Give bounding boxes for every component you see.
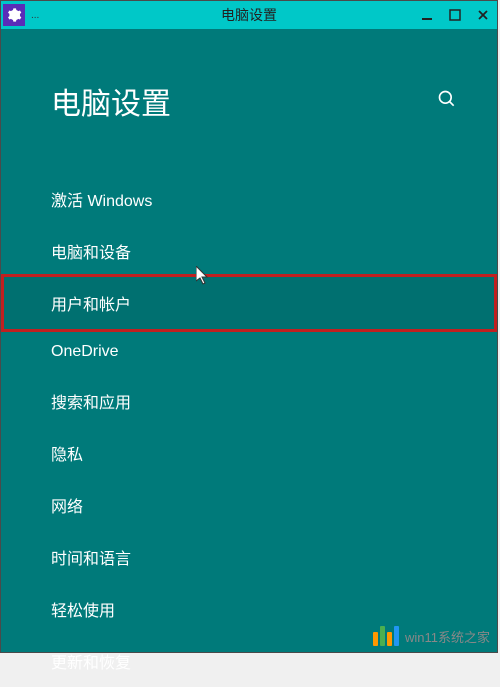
minimize-button[interactable] xyxy=(417,5,437,25)
settings-window: ... 电脑设置 电脑设置 激活 Windows 电脑和设备 用户和帐户 xyxy=(0,0,498,653)
watermark: win11系统之家 xyxy=(373,626,490,646)
watermark-logo-icon xyxy=(373,626,399,646)
titlebar-dots: ... xyxy=(31,10,39,21)
header-row: 电脑设置 xyxy=(1,79,497,123)
menu-item-time-language[interactable]: 时间和语言 xyxy=(1,531,497,583)
menu-item-users-accounts[interactable]: 用户和帐户 xyxy=(1,274,497,332)
menu-item-network[interactable]: 网络 xyxy=(1,479,497,531)
content-area: 电脑设置 激活 Windows 电脑和设备 用户和帐户 OneDrive 搜索和… xyxy=(1,29,497,652)
menu-item-search-apps[interactable]: 搜索和应用 xyxy=(1,375,497,427)
watermark-text: win11系统之家 xyxy=(405,627,490,646)
menu-item-onedrive[interactable]: OneDrive xyxy=(1,329,497,375)
titlebar-left: ... xyxy=(1,4,39,26)
menu-item-pc-devices[interactable]: 电脑和设备 xyxy=(1,225,497,277)
close-button[interactable] xyxy=(473,5,493,25)
window-controls xyxy=(417,5,493,25)
menu-item-privacy[interactable]: 隐私 xyxy=(1,427,497,479)
maximize-button[interactable] xyxy=(445,5,465,25)
titlebar: ... 电脑设置 xyxy=(1,1,497,29)
menu-item-activate-windows[interactable]: 激活 Windows xyxy=(1,173,497,225)
page-title: 电脑设置 xyxy=(51,79,171,123)
window-title: 电脑设置 xyxy=(221,5,277,25)
menu-list: 激活 Windows 电脑和设备 用户和帐户 OneDrive 搜索和应用 隐私… xyxy=(1,173,497,687)
gear-icon xyxy=(3,4,25,26)
search-icon[interactable] xyxy=(437,89,457,114)
